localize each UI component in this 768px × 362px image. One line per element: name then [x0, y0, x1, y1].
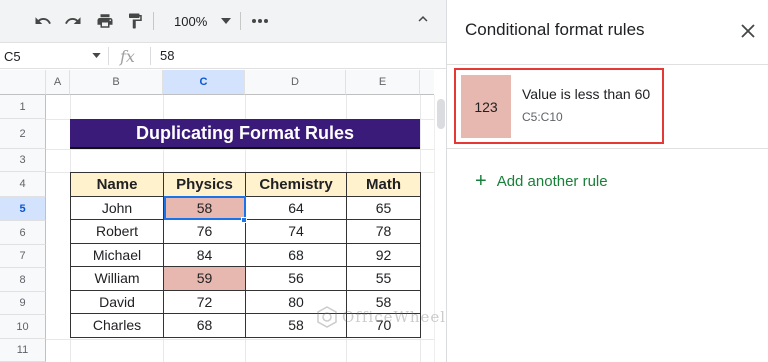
table-header-row: Name Physics Chemistry Math — [70, 172, 421, 197]
panel-title: Conditional format rules — [465, 20, 645, 39]
header-physics[interactable]: Physics — [163, 172, 246, 197]
table-row: Robert 76 74 78 — [70, 219, 421, 244]
collapse-icon[interactable] — [414, 10, 432, 33]
chevron-down-icon — [221, 18, 232, 24]
close-icon[interactable] — [739, 22, 757, 40]
add-rule-label: Add another rule — [496, 172, 608, 190]
header-math[interactable]: Math — [346, 172, 421, 197]
print-icon[interactable] — [94, 10, 116, 32]
row-header-4[interactable]: 4 — [0, 172, 46, 197]
cell-chemistry[interactable]: 56 — [245, 266, 347, 291]
zoom-select[interactable]: 100% — [160, 10, 238, 32]
formula-input[interactable]: 58 — [160, 48, 174, 63]
format-rule-card[interactable]: 123 Value is less than 60 C5:C10 — [454, 68, 664, 144]
plus-icon: + — [475, 170, 487, 192]
cell-math[interactable]: 65 — [346, 195, 421, 220]
name-box[interactable]: C5 — [0, 43, 108, 69]
column-header-d[interactable]: D — [245, 70, 346, 95]
rule-preview-swatch: 123 — [461, 75, 511, 138]
cell-name[interactable]: William — [70, 266, 164, 291]
cell-chemistry[interactable]: 74 — [245, 219, 347, 244]
watermark-text: OfficeWheel — [342, 308, 447, 326]
row-header-1[interactable]: 1 — [0, 95, 46, 119]
row-header-8[interactable]: 8 — [0, 268, 46, 292]
table-row: John 58 64 65 — [70, 195, 421, 220]
column-header-c[interactable]: C — [163, 70, 245, 95]
cell-reference: C5 — [4, 48, 21, 64]
row-header-6[interactable]: 6 — [0, 221, 46, 245]
cell-physics[interactable]: 72 — [163, 289, 246, 314]
formula-bar: C5 fx 58 — [0, 42, 446, 69]
column-header-e[interactable]: E — [346, 70, 420, 95]
table-row: Michael 84 68 92 — [70, 242, 421, 267]
rule-description: Value is less than 60 — [522, 86, 651, 102]
grid-line — [46, 149, 434, 150]
cell-physics-highlighted[interactable]: 59 — [163, 266, 246, 291]
add-another-rule-button[interactable]: + Add another rule — [475, 171, 608, 191]
rule-range: C5:C10 — [522, 110, 563, 124]
panel-divider — [447, 64, 768, 65]
row-header-5[interactable]: 5 — [0, 197, 46, 221]
table-row: William 59 56 55 — [70, 266, 421, 291]
chevron-down-icon — [92, 53, 101, 58]
cell-name[interactable]: Michael — [70, 242, 164, 267]
grid-line — [46, 339, 434, 340]
row-header-2[interactable]: 2 — [0, 119, 46, 149]
formula-divider — [108, 47, 109, 65]
row-header-11[interactable]: 11 — [0, 339, 46, 362]
row-header-3[interactable]: 3 — [0, 149, 46, 172]
watermark: OfficeWheel — [316, 306, 446, 328]
scrollbar-thumb[interactable] — [437, 99, 445, 129]
selection-fill-handle[interactable] — [241, 217, 247, 223]
row-header-7[interactable]: 7 — [0, 245, 46, 268]
select-all-corner[interactable] — [0, 70, 46, 95]
panel-divider — [447, 148, 768, 149]
cell-name[interactable]: Robert — [70, 219, 164, 244]
cell-name[interactable]: David — [70, 289, 164, 314]
watermark-logo-icon — [317, 306, 337, 328]
toolbar-divider — [240, 12, 241, 30]
cell-math[interactable]: 78 — [346, 219, 421, 244]
fx-icon: fx — [120, 47, 135, 66]
column-header-b[interactable]: B — [70, 70, 163, 95]
toolbar: 100% — [0, 0, 446, 42]
column-header-a[interactable]: A — [46, 70, 70, 95]
sheet-title-cell[interactable]: Duplicating Format Rules — [70, 119, 420, 149]
paint-format-icon[interactable] — [124, 10, 146, 32]
toolbar-divider — [153, 12, 154, 30]
cell-chemistry[interactable]: 64 — [245, 195, 347, 220]
cell-name[interactable]: Charles — [70, 313, 164, 338]
cell-math[interactable]: 55 — [346, 266, 421, 291]
cell-chemistry[interactable]: 68 — [245, 242, 347, 267]
undo-icon[interactable] — [32, 10, 54, 32]
cell-physics[interactable]: 68 — [163, 313, 246, 338]
column-header-f[interactable] — [420, 70, 434, 95]
header-chemistry[interactable]: Chemistry — [245, 172, 347, 197]
cell-physics[interactable]: 76 — [163, 219, 246, 244]
header-name[interactable]: Name — [70, 172, 164, 197]
zoom-value: 100% — [174, 13, 208, 29]
redo-icon[interactable] — [62, 10, 84, 32]
formula-divider — [150, 47, 151, 65]
cell-physics-selected[interactable]: 58 — [163, 195, 246, 220]
cell-name[interactable]: John — [70, 195, 164, 220]
app-root: 100% C5 fx 58 A B C D E 1 2 3 4 5 6 7 8 … — [0, 0, 768, 362]
conditional-format-panel: Conditional format rules 123 Value is le… — [446, 0, 768, 362]
cell-math[interactable]: 92 — [346, 242, 421, 267]
row-header-10[interactable]: 10 — [0, 315, 46, 339]
more-icon[interactable] — [249, 10, 271, 32]
row-header-9[interactable]: 9 — [0, 292, 46, 315]
cell-physics[interactable]: 84 — [163, 242, 246, 267]
